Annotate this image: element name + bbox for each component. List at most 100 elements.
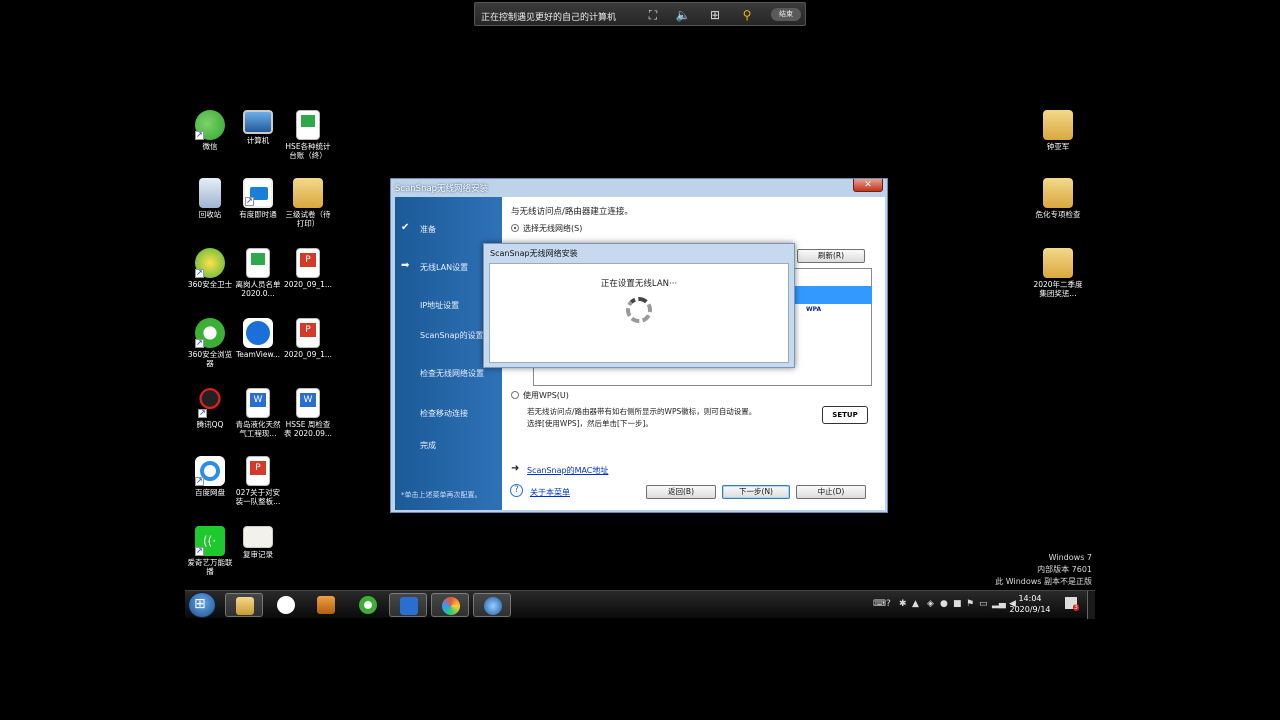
system-tray: ⌨ ? ✱ ▲ ◈ ● ■ ⚑ ▭ ▂▄ ◀ 14:04 2020/9/14 3 bbox=[855, 591, 1095, 619]
2020-q2-folder[interactable]: 2020年二季度集团奖惩... bbox=[1033, 248, 1083, 298]
help-tray-icon[interactable]: ? bbox=[886, 599, 891, 609]
pin-icon[interactable]: ⚲ bbox=[739, 7, 755, 23]
network-icon[interactable]: ▂▄ bbox=[992, 599, 1006, 609]
display-icon[interactable]: ▭ bbox=[979, 599, 988, 609]
taskbar-explorer[interactable] bbox=[225, 593, 263, 617]
progress-body: 正在设置无线LAN··· bbox=[489, 263, 789, 363]
clock-time: 14:04 bbox=[1018, 594, 1042, 603]
word-doc-shortcut-qingdao[interactable]: W 青岛液化天然气工程现... bbox=[233, 388, 283, 438]
recycle-bin-icon bbox=[199, 178, 221, 208]
word-doc-icon bbox=[400, 597, 418, 615]
360-browser-shortcut[interactable]: 360安全浏览器 bbox=[185, 318, 235, 368]
app-tray-icon[interactable]: ■ bbox=[953, 599, 962, 609]
add-icon[interactable]: ⊞ bbox=[707, 7, 723, 23]
spreadsheet-icon bbox=[296, 110, 320, 140]
pdf-shortcut-2020-09-b[interactable]: P 2020_09_1... bbox=[283, 318, 333, 359]
step-finish[interactable]: 完成 bbox=[420, 440, 436, 451]
security-icon[interactable]: ◈ bbox=[927, 599, 934, 609]
word-doc-icon: W bbox=[246, 388, 270, 418]
back-button[interactable]: 返回(B) bbox=[646, 485, 716, 499]
taskbar-paint[interactable] bbox=[431, 593, 469, 617]
step-check-wireless[interactable]: 检查无线网络设置 bbox=[420, 368, 484, 379]
windows-watermark: Windows 7 内部版本 7601 此 Windows 副本不是正版 bbox=[995, 552, 1092, 588]
start-button[interactable]: ⊞ bbox=[188, 592, 216, 618]
progress-title: ScanSnap无线网络安装 bbox=[490, 249, 578, 258]
excel-doc-shortcut[interactable]: 离岗人员名单2020.0... bbox=[233, 248, 283, 298]
watermark-line1: Windows 7 bbox=[1048, 553, 1092, 562]
abort-button[interactable]: 中止(D) bbox=[796, 485, 866, 499]
pdf-doc-shortcut-027[interactable]: P 027关于对安装一队整板... bbox=[233, 456, 283, 506]
keyboard-icon[interactable]: ⌨ bbox=[873, 599, 886, 609]
step-prepare[interactable]: 准备 bbox=[420, 224, 436, 235]
iqiyi-shortcut[interactable]: ((· 爱奇艺万能联播 bbox=[185, 526, 235, 576]
wechat-tray-icon[interactable]: ● bbox=[940, 599, 948, 609]
progress-dialog: ScanSnap无线网络安装 正在设置无线LAN··· bbox=[483, 243, 795, 368]
loading-spinner-icon bbox=[626, 297, 652, 323]
pdf-doc-icon: P bbox=[246, 456, 270, 486]
arrow-right-icon: ➡ bbox=[401, 260, 410, 271]
arrow-circle-icon: ➜ bbox=[511, 463, 520, 474]
folder-icon bbox=[1043, 248, 1073, 278]
zhong-yajun-folder[interactable]: 钟亚军 bbox=[1033, 110, 1083, 151]
folder-icon bbox=[236, 597, 254, 615]
hazchem-folder[interactable]: 危化专项检查 bbox=[1033, 178, 1083, 219]
wps-description-1: 若无线访问点/路由器带有如右侧所显示的WPS徽标，则可自动设置。 bbox=[527, 407, 757, 416]
use-wps-label: 使用WPS(U) bbox=[523, 391, 569, 400]
bluetooth-icon[interactable]: ✱ bbox=[899, 599, 907, 609]
show-hidden-icon[interactable]: ▲ bbox=[912, 599, 919, 609]
watermark-line2: 内部版本 7601 bbox=[1037, 565, 1092, 574]
exam-folder-shortcut[interactable]: 三级试卷（待打印） bbox=[283, 178, 333, 228]
paint-icon bbox=[442, 597, 460, 615]
baidu-netdisk-icon bbox=[277, 596, 295, 614]
end-control-button[interactable]: 结束 bbox=[771, 8, 801, 21]
step-wireless-lan[interactable]: 无线LAN设置 bbox=[420, 262, 468, 273]
select-network-radio[interactable] bbox=[511, 224, 519, 232]
taskbar-360-browser[interactable] bbox=[349, 593, 387, 617]
check-icon: ✔ bbox=[401, 222, 410, 233]
wpa-label: WPA bbox=[806, 306, 822, 313]
flag-icon[interactable]: ⚑ bbox=[966, 599, 974, 609]
folder-icon bbox=[293, 178, 323, 208]
recycle-bin-shortcut[interactable]: 回收站 bbox=[185, 178, 235, 219]
step-scansnap-settings[interactable]: ScanSnap的设置 bbox=[420, 330, 484, 341]
next-button[interactable]: 下一步(N) bbox=[722, 485, 790, 499]
wechat-shortcut[interactable]: 微信 bbox=[185, 110, 235, 151]
review-record-shortcut[interactable]: 复审记录 bbox=[233, 526, 283, 559]
help-icon: ? bbox=[510, 484, 523, 497]
taskbar-media-player[interactable] bbox=[307, 593, 345, 617]
refresh-button[interactable]: 刷新(R) bbox=[797, 249, 865, 263]
computer-icon bbox=[243, 110, 273, 134]
360-safe-shortcut[interactable]: 360安全卫士 bbox=[185, 248, 235, 289]
teamviewer-shortcut[interactable]: TeamView... bbox=[233, 318, 283, 359]
clock-date: 2020/9/14 bbox=[1009, 605, 1051, 614]
progress-message: 正在设置无线LAN··· bbox=[600, 279, 678, 289]
folder-icon bbox=[1043, 178, 1073, 208]
about-menu-link[interactable]: 关于本菜单 bbox=[530, 487, 570, 498]
close-icon[interactable]: ✕ bbox=[853, 179, 883, 192]
step-ip-address[interactable]: IP地址设置 bbox=[420, 300, 459, 311]
step-check-mobile[interactable]: 检查移动连接 bbox=[420, 408, 468, 419]
use-wps-radio[interactable] bbox=[511, 391, 519, 399]
qq-shortcut[interactable]: 腾讯QQ bbox=[185, 388, 235, 429]
taskbar-wps-writer[interactable] bbox=[389, 593, 427, 617]
hse-spreadsheet-shortcut[interactable]: HSE各种统计台账（终） bbox=[283, 110, 333, 160]
computer-shortcut[interactable]: 计算机 bbox=[233, 110, 283, 145]
folder-icon bbox=[1043, 110, 1073, 140]
youdu-shortcut[interactable]: 有度即时通 bbox=[233, 178, 283, 219]
hsse-doc-shortcut[interactable]: W HSSE 周检查表 2020.09... bbox=[283, 388, 333, 438]
pdf-shortcut-2020-09-a[interactable]: P 2020_09_1... bbox=[283, 248, 333, 289]
taskbar: ⊞ ⌨ ? ✱ ▲ ◈ ● ■ ⚑ ▭ ▂▄ ◀ 14:04 2020/9/14… bbox=[185, 590, 1095, 619]
taskbar-baidu-netdisk[interactable] bbox=[267, 593, 305, 617]
spreadsheet-icon bbox=[246, 248, 270, 278]
watermark-line3: 此 Windows 副本不是正版 bbox=[995, 577, 1092, 586]
360-browser-icon bbox=[359, 596, 377, 614]
baidu-netdisk-shortcut[interactable]: 百度网盘 bbox=[185, 456, 235, 497]
taskbar-scansnap[interactable] bbox=[473, 593, 511, 617]
mac-address-link[interactable]: ScanSnap的MAC地址 bbox=[527, 465, 608, 476]
clock[interactable]: 14:04 2020/9/14 bbox=[1005, 593, 1055, 615]
pdf-doc-icon: P bbox=[296, 248, 320, 278]
fullscreen-icon[interactable]: ⛶ bbox=[645, 7, 661, 23]
windows-logo-icon: ⊞ bbox=[194, 596, 206, 612]
show-desktop-button[interactable] bbox=[1087, 591, 1095, 619]
volume-icon[interactable]: 🔈 bbox=[675, 7, 691, 23]
